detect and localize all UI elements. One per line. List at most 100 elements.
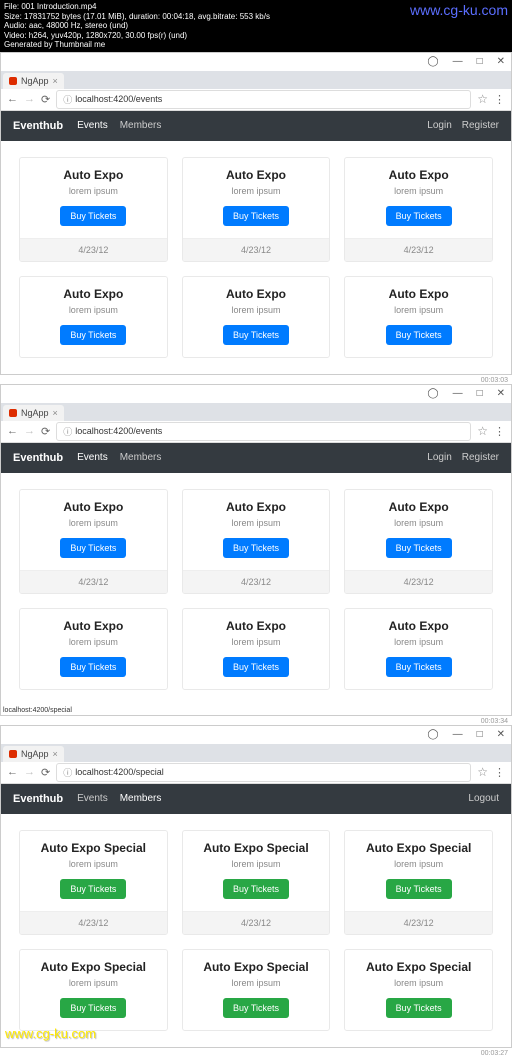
nav-login[interactable]: Login <box>427 452 451 463</box>
tab-bar: NgApp × <box>1 71 511 89</box>
angular-icon <box>9 409 17 417</box>
nav-logout[interactable]: Logout <box>468 793 499 804</box>
info-icon[interactable]: ⓘ <box>63 766 72 779</box>
forward-icon[interactable]: → <box>24 425 35 437</box>
buy-tickets-button[interactable]: Buy Tickets <box>386 206 452 226</box>
reload-icon[interactable]: ⟳ <box>41 93 50 106</box>
buy-tickets-button[interactable]: Buy Tickets <box>386 657 452 677</box>
nav-members[interactable]: Members <box>120 120 162 131</box>
buy-tickets-button[interactable]: Buy Tickets <box>223 206 289 226</box>
browser-tab[interactable]: NgApp × <box>3 73 64 89</box>
max-icon[interactable]: □ <box>477 729 483 740</box>
bookmark-icon[interactable]: ☆ <box>477 92 488 106</box>
reload-icon[interactable]: ⟳ <box>41 425 50 438</box>
buy-tickets-button[interactable]: Buy Tickets <box>223 998 289 1018</box>
event-card: Auto Expo Speciallorem ipsumBuy Tickets <box>182 949 331 1031</box>
forward-icon[interactable]: → <box>24 766 35 778</box>
close-icon[interactable]: × <box>53 408 58 418</box>
buy-tickets-button[interactable]: Buy Tickets <box>60 879 126 899</box>
info-icon[interactable]: ⓘ <box>63 425 72 438</box>
close-icon[interactable]: × <box>53 76 58 86</box>
card-subtitle: lorem ipsum <box>26 978 161 988</box>
nav-events[interactable]: Events <box>77 452 108 463</box>
tab-label: NgApp <box>21 749 49 759</box>
buy-tickets-button[interactable]: Buy Tickets <box>223 325 289 345</box>
angular-icon <box>9 750 17 758</box>
card-body: Auto Expolorem ipsumBuy Tickets <box>345 277 492 357</box>
card-title: Auto Expo Special <box>189 841 324 855</box>
card-date: 4/23/12 <box>183 570 330 593</box>
bookmark-icon[interactable]: ☆ <box>477 424 488 438</box>
nav-members[interactable]: Members <box>120 452 162 463</box>
card-title: Auto Expo Special <box>189 960 324 974</box>
buy-tickets-button[interactable]: Buy Tickets <box>60 206 126 226</box>
cards-grid: Auto Expo Speciallorem ipsumBuy Tickets4… <box>1 814 511 1047</box>
min-icon[interactable]: — <box>453 729 463 740</box>
buy-tickets-button[interactable]: Buy Tickets <box>223 657 289 677</box>
min-icon[interactable]: — <box>453 388 463 399</box>
buy-tickets-button[interactable]: Buy Tickets <box>386 538 452 558</box>
forward-icon[interactable]: → <box>24 93 35 105</box>
card-subtitle: lorem ipsum <box>26 518 161 528</box>
browser-tab[interactable]: NgApp× <box>3 405 64 421</box>
back-icon[interactable]: ← <box>7 425 18 437</box>
menu-icon[interactable]: ⋮ <box>494 93 505 106</box>
menu-icon[interactable]: ⋮ <box>494 766 505 779</box>
event-card: Auto Expolorem ipsumBuy Tickets <box>344 608 493 690</box>
brand[interactable]: Eventhub <box>13 793 63 805</box>
cards-grid: Auto Expolorem ipsumBuy Tickets 4/23/12 Au… <box>1 473 511 706</box>
card-subtitle: lorem ipsum <box>26 186 161 196</box>
buy-tickets-button[interactable]: Buy Tickets <box>60 998 126 1018</box>
brand[interactable]: Eventhub <box>13 452 63 464</box>
browser-tab[interactable]: NgApp × <box>3 746 64 762</box>
nav-register[interactable]: Register <box>462 452 499 463</box>
back-icon[interactable]: ← <box>7 766 18 778</box>
user-icon[interactable]: ◯ <box>427 56 438 67</box>
bookmark-icon[interactable]: ☆ <box>477 765 488 779</box>
event-card: Auto Expolorem ipsumBuy Tickets <box>182 608 331 690</box>
buy-tickets-button[interactable]: Buy Tickets <box>386 998 452 1018</box>
url-input[interactable]: ⓘlocalhost:4200/special <box>56 763 471 782</box>
info-icon[interactable]: ⓘ <box>63 93 72 106</box>
nav-right: Logout <box>468 793 499 804</box>
close-icon[interactable]: ✕ <box>497 56 505 67</box>
close-icon[interactable]: ✕ <box>497 388 505 399</box>
buy-tickets-button[interactable]: Buy Tickets <box>223 538 289 558</box>
reload-icon[interactable]: ⟳ <box>41 766 50 779</box>
app-navbar: Eventhub Events Members Logout <box>1 784 511 814</box>
url-input[interactable]: ⓘlocalhost:4200/events <box>56 422 471 441</box>
max-icon[interactable]: □ <box>477 388 483 399</box>
card-title: Auto Expo <box>189 168 324 182</box>
buy-tickets-button[interactable]: Buy Tickets <box>60 538 126 558</box>
min-icon[interactable]: — <box>453 56 463 67</box>
card-body: Auto Expolorem ipsumBuy Tickets <box>345 490 492 570</box>
nav-login[interactable]: Login <box>427 120 451 131</box>
url-input[interactable]: ⓘlocalhost:4200/events <box>56 90 471 109</box>
menu-icon[interactable]: ⋮ <box>494 425 505 438</box>
buy-tickets-button[interactable]: Buy Tickets <box>60 325 126 345</box>
buy-tickets-button[interactable]: Buy Tickets <box>386 879 452 899</box>
nav-events[interactable]: Events <box>77 793 108 804</box>
card-date: 4/23/12 <box>20 911 167 934</box>
card-body: Auto Expolorem ipsumBuy Tickets <box>345 609 492 689</box>
card-title: Auto Expo <box>26 287 161 301</box>
buy-tickets-button[interactable]: Buy Tickets <box>60 657 126 677</box>
brand[interactable]: Eventhub <box>13 120 63 132</box>
card-body: Auto Expo Speciallorem ipsumBuy Tickets <box>183 831 330 911</box>
app-navbar: Eventhub Events Members Login Register <box>1 111 511 141</box>
buy-tickets-button[interactable]: Buy Tickets <box>223 879 289 899</box>
nav-members[interactable]: Members <box>120 793 162 804</box>
user-icon[interactable]: ◯ <box>427 729 438 740</box>
tab-label: NgApp <box>21 76 49 86</box>
card-subtitle: lorem ipsum <box>351 518 486 528</box>
max-icon[interactable]: □ <box>477 56 483 67</box>
card-date: 4/23/12 <box>345 911 492 934</box>
user-icon[interactable]: ◯ <box>427 388 438 399</box>
nav-events[interactable]: Events <box>77 120 108 131</box>
frame-timestamp: 00:03:27 <box>0 1050 512 1057</box>
close-icon[interactable]: ✕ <box>497 729 505 740</box>
buy-tickets-button[interactable]: Buy Tickets <box>386 325 452 345</box>
nav-register[interactable]: Register <box>462 120 499 131</box>
back-icon[interactable]: ← <box>7 93 18 105</box>
close-icon[interactable]: × <box>53 749 58 759</box>
